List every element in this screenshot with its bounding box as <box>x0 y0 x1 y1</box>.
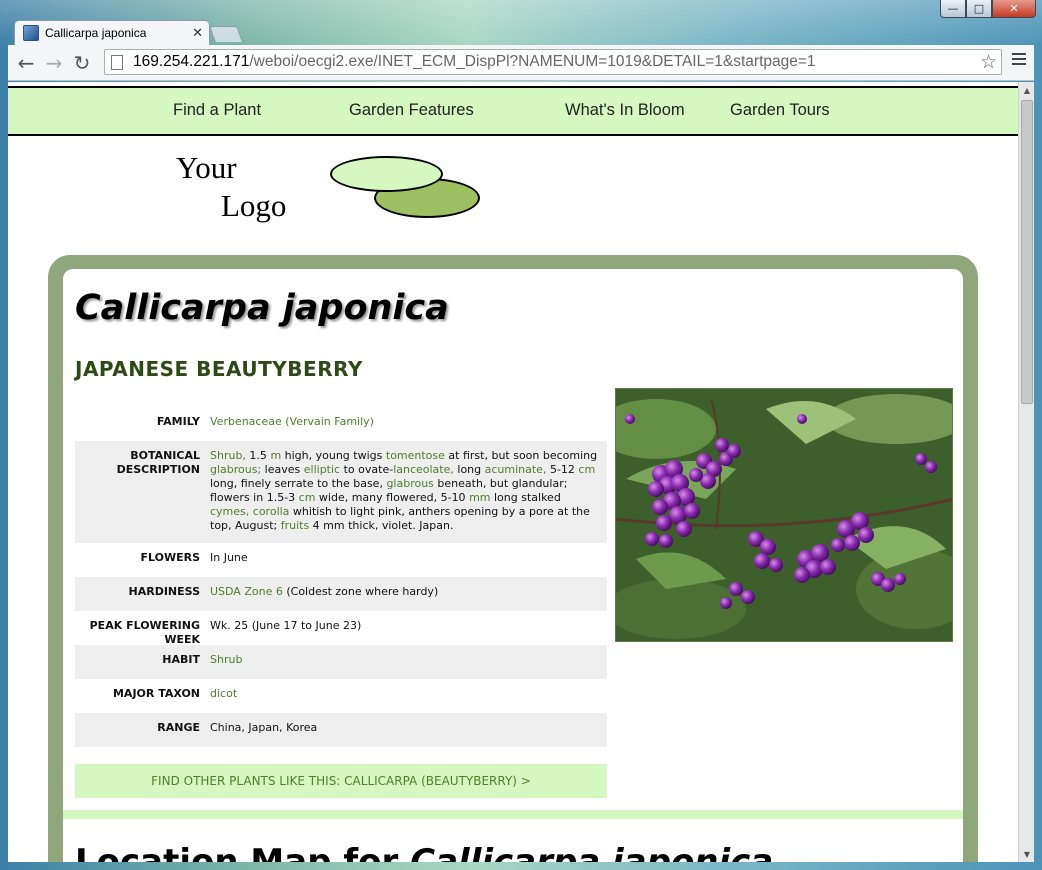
scroll-thumb[interactable] <box>1021 100 1033 404</box>
glossary-link[interactable]: cymes, <box>210 505 249 518</box>
glossary-link[interactable]: lanceolate, <box>393 463 454 476</box>
fact-label: FLOWERS <box>140 551 200 564</box>
fact-label: PEAK FLOWERING WEEK <box>89 619 200 646</box>
close-window-button[interactable]: ✕ <box>992 0 1036 18</box>
nav-garden-features[interactable]: Garden Features <box>349 101 474 120</box>
browser-toolbar: ← → ↻ 169.254.221.171/weboi/oecgi2.exe/I… <box>8 45 1034 81</box>
glossary-link[interactable]: Shrub, <box>210 449 246 462</box>
fact-label: BOTANICAL DESCRIPTION <box>116 449 200 476</box>
new-tab-button[interactable] <box>209 26 243 42</box>
fact-value: (Coldest zone where hardy) <box>282 585 439 598</box>
tab-title: Callicarpa japonica <box>45 26 147 40</box>
forward-arrow-icon[interactable]: → <box>40 49 68 77</box>
fact-row-major-taxon: MAJOR TAXON dicot <box>75 679 607 713</box>
fact-row-botanical-description: BOTANICAL DESCRIPTION Shrub, 1.5 m high,… <box>75 441 607 543</box>
glossary-link[interactable]: cm <box>578 463 595 476</box>
address-bar[interactable]: 169.254.221.171/weboi/oecgi2.exe/INET_EC… <box>104 49 1002 75</box>
back-arrow-icon[interactable]: ← <box>12 49 40 77</box>
vertical-scrollbar[interactable]: ▲ ▼ <box>1018 82 1034 862</box>
fact-value: China, Japan, Korea <box>210 721 318 734</box>
nav-whats-in-bloom[interactable]: What's In Bloom <box>565 101 685 120</box>
glossary-link[interactable]: acuminate, <box>485 463 547 476</box>
fact-label: MAJOR TAXON <box>112 687 200 700</box>
fact-row-family: FAMILY Verbenaceae (Vervain Family) <box>75 407 607 441</box>
fact-row-hardiness: HARDINESS USDA Zone 6 (Coldest zone wher… <box>75 577 607 611</box>
usda-zone-link[interactable]: USDA Zone 6 <box>210 585 283 598</box>
page-viewport: Find a Plant Garden Features What's In B… <box>8 82 1018 862</box>
tab-close-icon[interactable]: ✕ <box>192 26 203 41</box>
fact-label: HABIT <box>162 653 200 666</box>
maximize-button[interactable]: □ <box>966 0 992 18</box>
fact-value: Wk. 25 (June 17 to June 23) <box>210 619 362 632</box>
favicon-icon <box>23 25 39 41</box>
glossary-link[interactable]: m <box>270 449 281 462</box>
scroll-up-arrow-icon[interactable]: ▲ <box>1019 82 1035 98</box>
fact-label: HARDINESS <box>128 585 200 598</box>
nav-find-a-plant[interactable]: Find a Plant <box>173 101 261 120</box>
botanical-description-text: Shrub, 1.5 m high, young twigs tomentose… <box>210 449 598 532</box>
url-text: 169.254.221.171/weboi/oecgi2.exe/INET_EC… <box>133 53 816 70</box>
window-controls: — □ ✕ <box>940 0 1036 18</box>
plant-photo <box>615 388 953 642</box>
nav-garden-tours[interactable]: Garden Tours <box>730 101 830 120</box>
menu-icon[interactable] <box>1012 53 1026 68</box>
family-link[interactable]: Verbenaceae (Vervain Family) <box>210 415 374 428</box>
plant-facts-table: FAMILY Verbenaceae (Vervain Family) BOTA… <box>75 407 607 747</box>
logo-text-logo: Logo <box>221 188 287 223</box>
find-other-plants-link[interactable]: FIND OTHER PLANTS LIKE THIS: CALLICARPA … <box>75 764 607 798</box>
fact-value: In June <box>210 551 248 564</box>
glossary-link[interactable]: corolla <box>253 505 290 518</box>
taxon-link[interactable]: dicot <box>210 687 237 700</box>
section-divider <box>63 810 963 819</box>
glossary-link[interactable]: glabrous; <box>210 463 261 476</box>
glossary-link[interactable]: tomentose <box>386 449 445 462</box>
habit-link[interactable]: Shrub <box>210 653 242 666</box>
minimize-button[interactable]: — <box>940 0 966 18</box>
fact-row-habit: HABIT Shrub <box>75 645 607 679</box>
glossary-link[interactable]: mm <box>469 491 490 504</box>
glossary-link[interactable]: cm <box>299 491 316 504</box>
site-logo[interactable]: Your Logo <box>158 148 488 228</box>
beautyberry-image <box>616 389 952 641</box>
scroll-down-arrow-icon[interactable]: ▼ <box>1019 846 1035 862</box>
browser-tab[interactable]: Callicarpa japonica ✕ <box>14 20 210 45</box>
plant-common-name: JAPANESE BEAUTYBERRY <box>75 357 363 381</box>
bookmark-star-icon[interactable]: ☆ <box>980 51 997 73</box>
fact-row-peak-flowering: PEAK FLOWERING WEEK Wk. 25 (June 17 to J… <box>75 611 607 646</box>
plant-scientific-name: Callicarpa japonica <box>75 288 449 328</box>
glossary-link[interactable]: fruits <box>281 519 309 532</box>
glossary-link[interactable]: glabrous <box>386 477 433 490</box>
logo-ellipse-light <box>330 156 443 192</box>
page-icon <box>111 54 123 70</box>
fact-row-range: RANGE China, Japan, Korea <box>75 713 607 747</box>
glossary-link[interactable]: elliptic <box>304 463 340 476</box>
reload-icon[interactable]: ↻ <box>68 49 96 77</box>
location-map-heading: Location Map for Callicarpa japonica <box>75 842 774 862</box>
site-nav: Find a Plant Garden Features What's In B… <box>8 86 1018 136</box>
logo-text-your: Your <box>176 150 237 185</box>
fact-label: RANGE <box>157 721 200 734</box>
fact-row-flowers: FLOWERS In June <box>75 543 607 577</box>
fact-label: FAMILY <box>156 415 200 428</box>
